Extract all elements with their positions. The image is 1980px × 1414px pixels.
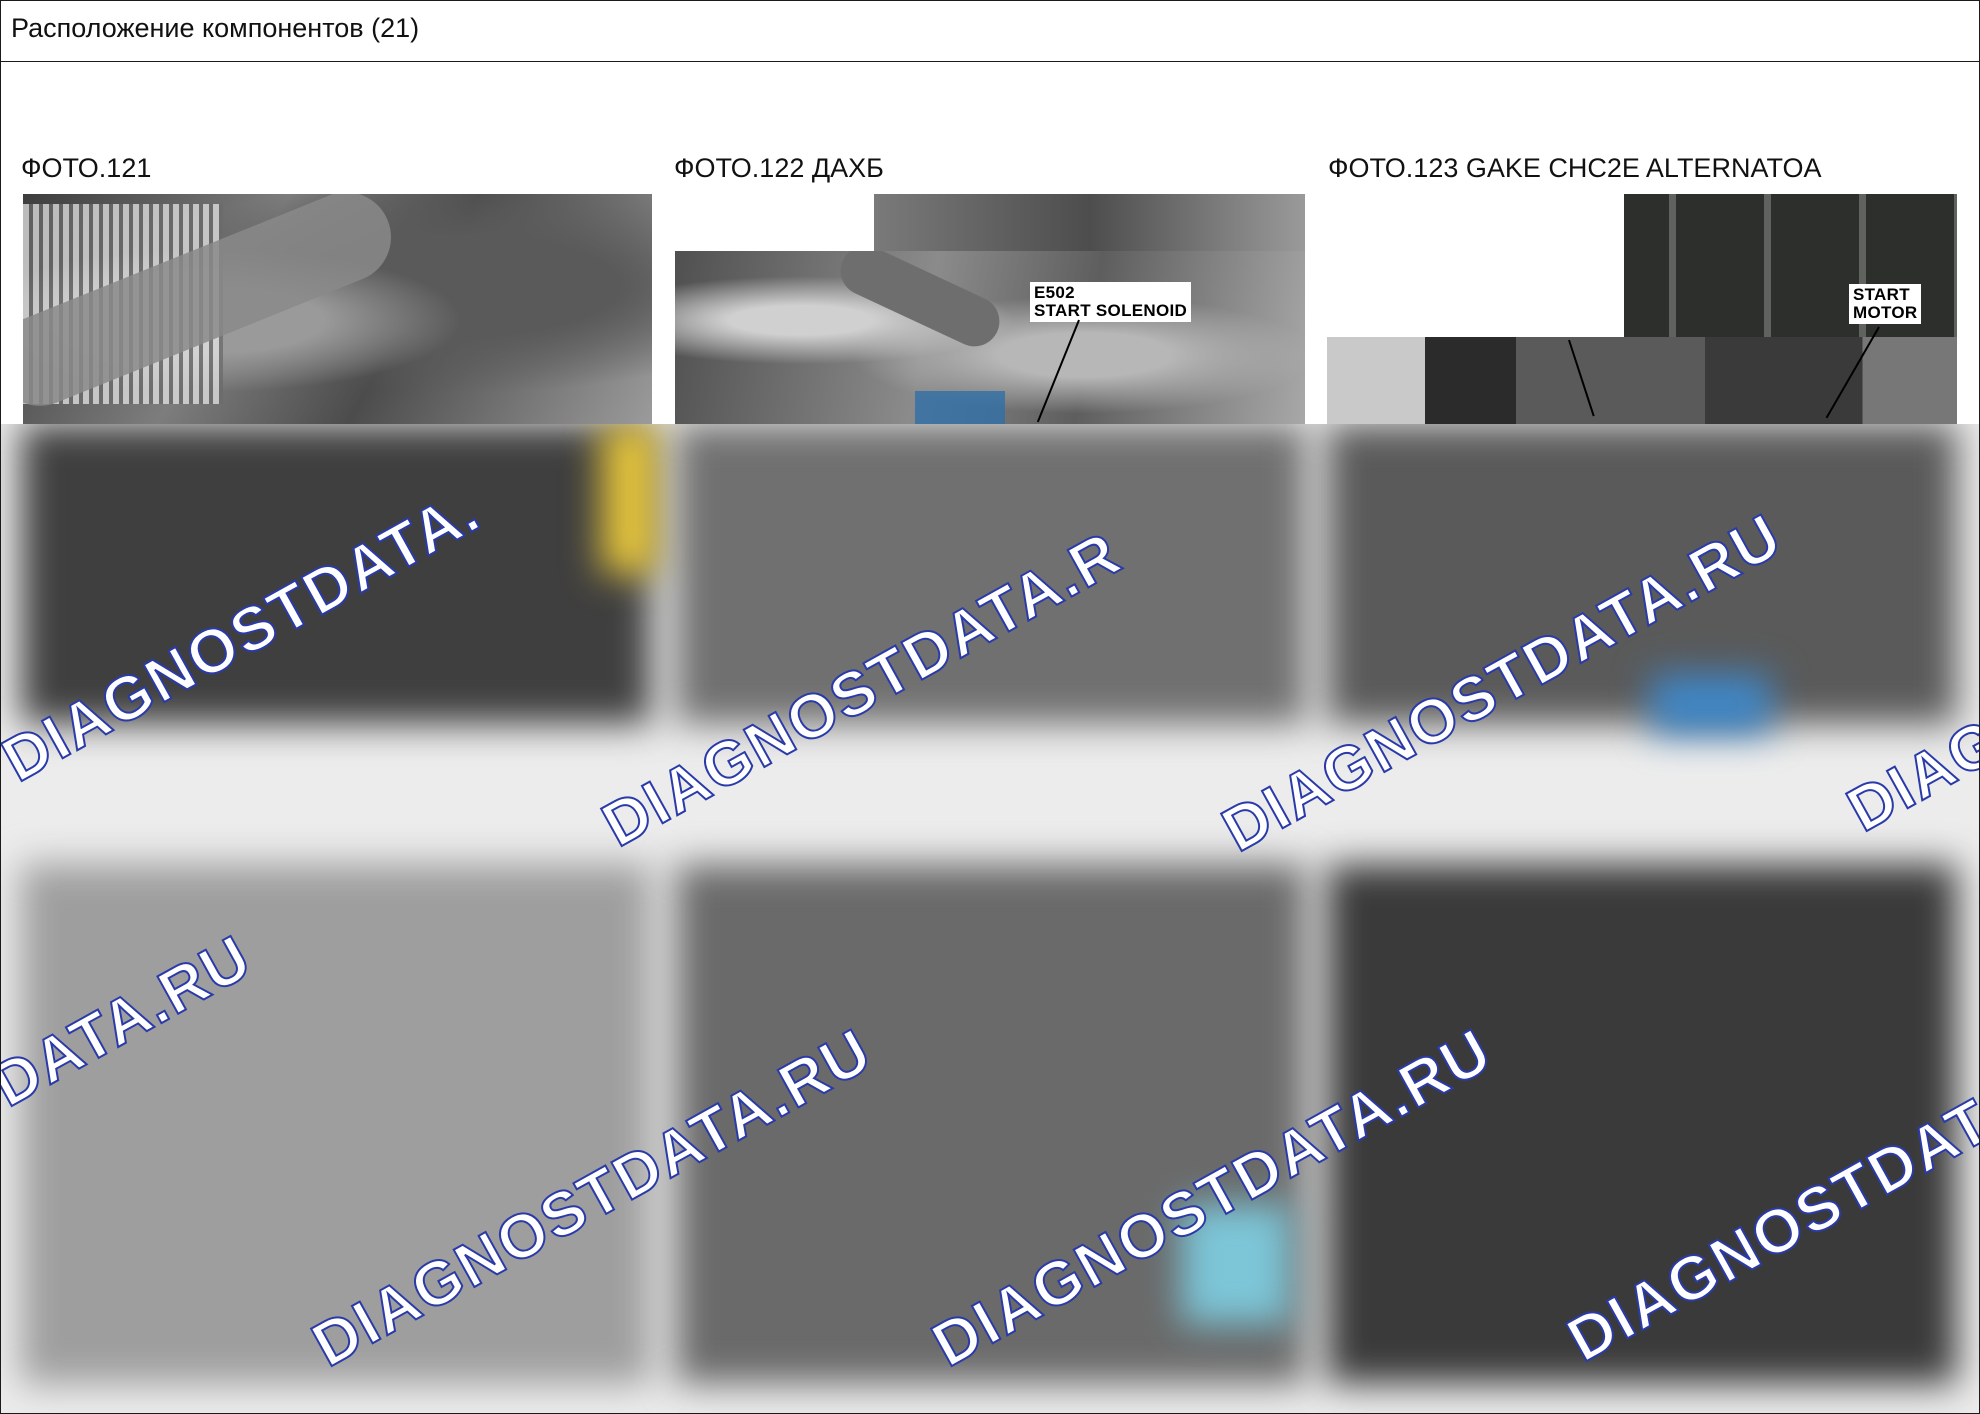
pipe-shape [832,251,1008,355]
photo-123-gray-block [1327,337,1425,424]
blurred-photo-122 [676,424,1306,724]
photo-121-caption: ФОТО.121 [21,153,152,183]
blurred-yellow-cap [601,424,661,574]
callout-motor: MOTOR [1853,303,1918,322]
document-frame: Расположение компонентов (21) ФОТО.121 Ф… [0,0,1980,1414]
photo-122-image-top [874,194,1305,254]
photo-121-image [23,194,652,424]
photo-122-callout: E502 START SOLENOID [1030,282,1192,322]
photo-122-image [675,251,1305,424]
connector-shape [915,391,1005,424]
callout-start: START [1853,285,1910,304]
page-title: Расположение компонентов (21) [11,13,420,43]
callout-connector-code: E502 [1034,283,1075,302]
blurred-blue-part [1651,674,1771,734]
callout-component-name: START SOLENOID [1034,301,1188,320]
page-header: Расположение компонентов (21) [1,1,1979,62]
watermark-text: DIAG [1835,705,1979,846]
photo-123-callout: START MOTOR [1849,284,1922,324]
blurred-content-area: DIAGNOSTDATA. DIAGNOSTDATA.R DIAGNOSTDAT… [1,424,1979,1413]
photo-122-caption: ФОТО.122 ДАХБ [674,153,884,183]
photo-123-caption: ФОТО.123 GAKE CHC2E ALTERNATOA [1328,153,1822,183]
